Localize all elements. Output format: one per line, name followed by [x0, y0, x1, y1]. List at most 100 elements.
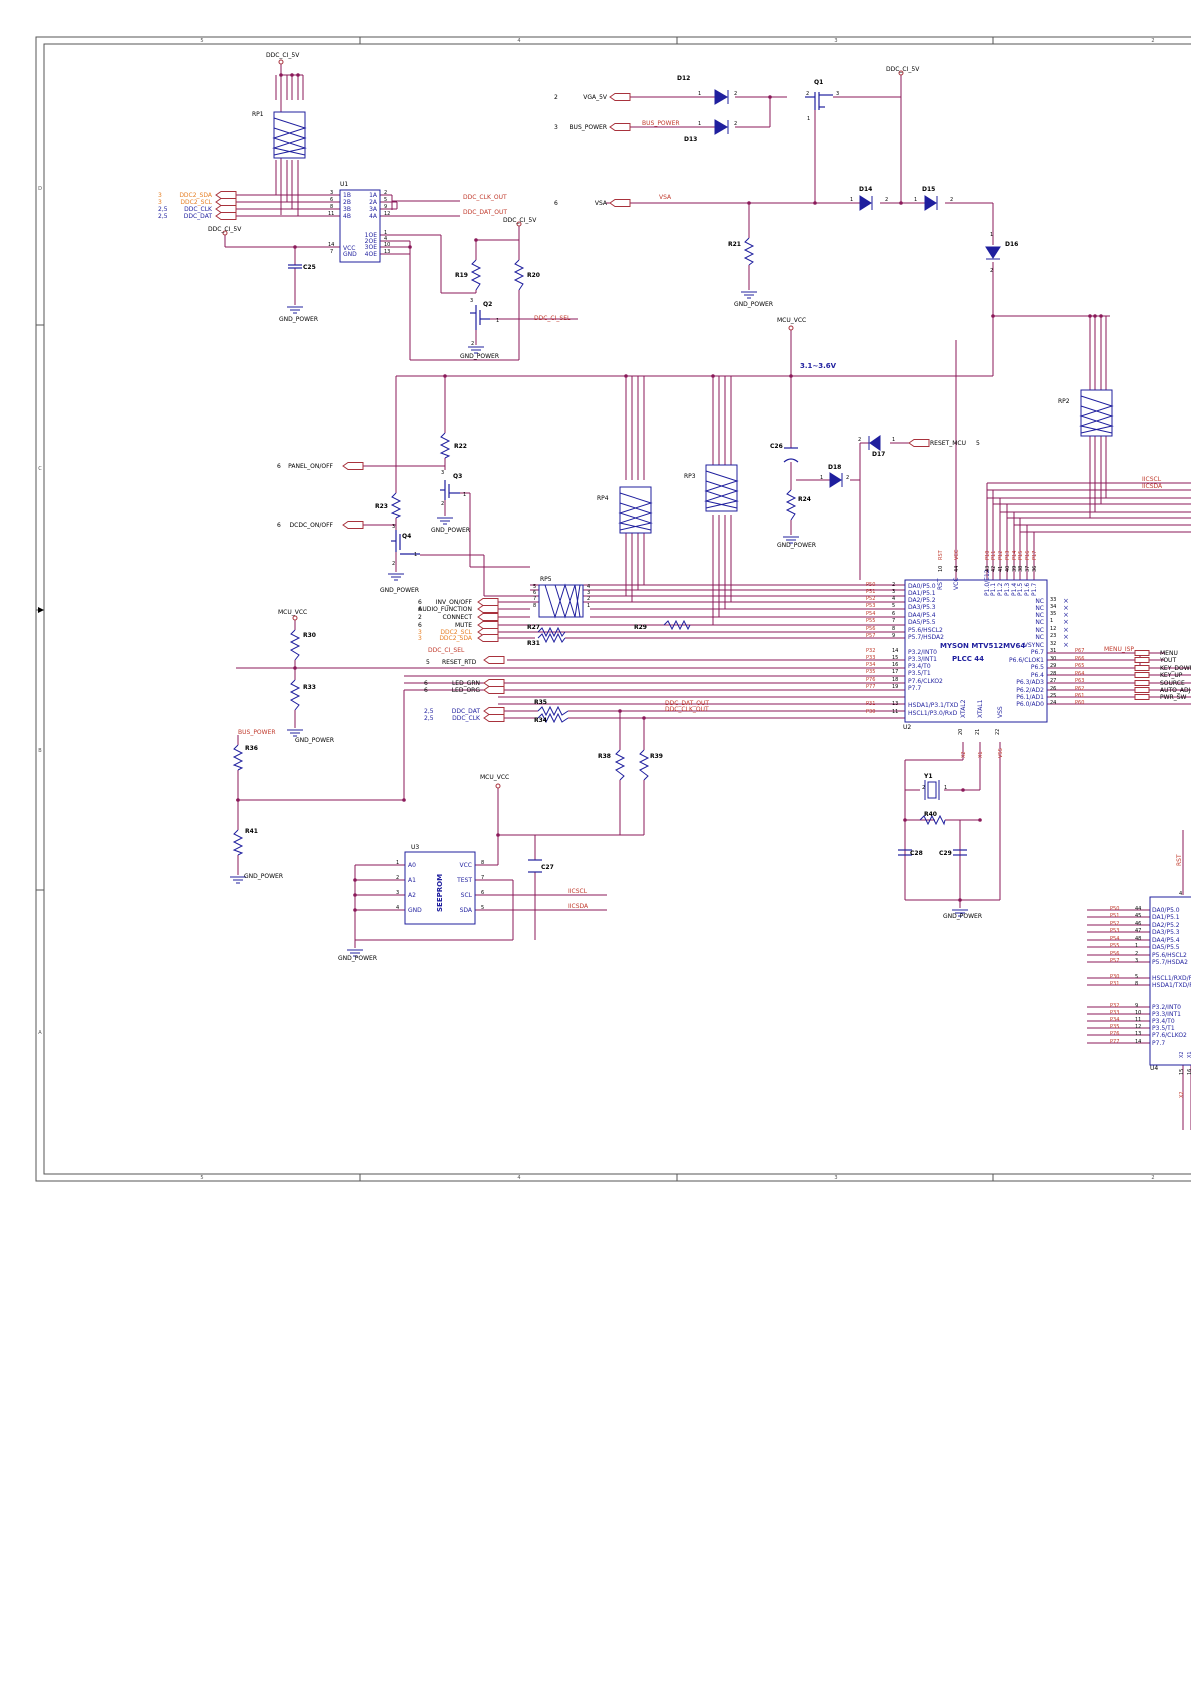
- u1-pin: 1A: [369, 192, 378, 199]
- gnd-power-label: GND_POWER: [777, 542, 816, 549]
- u2-net-label: RST: [938, 549, 944, 560]
- svg-text:2: 2: [950, 197, 953, 203]
- u4-pin-name: DA3/P5.3: [1152, 929, 1180, 936]
- ddc-clk-out-label: DDC_CLK_OUT: [665, 706, 709, 713]
- port-sheet-ref: 6: [554, 200, 558, 207]
- r29-ref: R29: [634, 624, 647, 631]
- gnd-power-label: GND_POWER: [338, 955, 377, 962]
- u1-pin: 3B: [343, 206, 351, 213]
- port-flag-icon: [483, 686, 505, 694]
- u2-pin-number: 42: [991, 566, 997, 572]
- key-resistor: [1134, 665, 1150, 671]
- u2-pin-number: 9: [892, 633, 895, 639]
- u2-pin-name: NC: [1035, 627, 1044, 634]
- r36-resistor: [232, 744, 244, 771]
- svg-text:1: 1: [820, 475, 823, 481]
- c27-ref: C27: [541, 864, 554, 871]
- u2-pin-name: P3.3/INT1: [908, 656, 937, 663]
- u2-net-label: P12: [998, 551, 1004, 560]
- u3-pin-number: 6: [481, 890, 484, 896]
- u2-pin-name: P1.3: [1004, 583, 1011, 596]
- svg-text:2: 2: [392, 561, 395, 567]
- u2-net-label: P65: [1075, 663, 1084, 669]
- u4-pin-name: X2: [1179, 1051, 1185, 1058]
- vsa-label: VSA: [659, 194, 672, 201]
- c29-ref: C29: [939, 850, 952, 857]
- u2-pin-number: 11: [892, 709, 898, 715]
- c25-capacitor: [288, 264, 302, 269]
- port-name: LED_ORG: [452, 687, 481, 694]
- u3-title: SEEPROM: [436, 874, 444, 912]
- gnd-power-label: GND_POWER: [460, 353, 499, 360]
- port-flag-icon: [215, 205, 237, 213]
- u4-pin-name: DA2/P5.2: [1152, 922, 1180, 929]
- u2-net-label: P52: [866, 596, 875, 602]
- r21-ref: R21: [728, 241, 741, 248]
- r35-resistor: [537, 705, 569, 717]
- u2-pin-name: DA0/P5.0: [908, 583, 936, 590]
- u2-pin-name: DA4/P5.4: [908, 612, 936, 619]
- iicscl-label: IICSCL: [568, 888, 588, 895]
- u2-net-label: VCC: [954, 549, 960, 560]
- rp3-ref: RP3: [684, 473, 696, 480]
- u2-pin-name: P6.1/AD1: [1016, 694, 1044, 701]
- resistors: [232, 237, 946, 856]
- u2-net-label: P34: [866, 662, 875, 668]
- voltage-note: 3.1~3.6V: [800, 362, 837, 370]
- u2-pin-name: DA1/P5.1: [908, 590, 936, 597]
- ground-icon: [388, 573, 404, 581]
- u3-pin-name: VCC: [460, 862, 472, 869]
- u2-net-label: P56: [866, 626, 875, 632]
- svg-text:2: 2: [990, 268, 993, 274]
- u2-pin-number: 5: [892, 603, 895, 609]
- u3-pin-number: 5: [481, 905, 484, 911]
- rp3-resistor-network: RP3: [684, 464, 739, 512]
- d12-diode: [714, 89, 729, 105]
- gnd-power-label: GND_POWER: [295, 737, 334, 744]
- nc-mark: ×: [1063, 641, 1069, 649]
- r24-resistor: [785, 489, 797, 521]
- svg-text:1: 1: [698, 91, 701, 97]
- gnd-power-label: GND_POWER: [734, 301, 773, 308]
- ddc-ci-5v-label: DDC_CI_5V: [266, 52, 300, 59]
- u2-pin-name: P1.7: [1031, 583, 1038, 596]
- svg-text:2: 2: [922, 785, 925, 791]
- zone-top-5: 5: [200, 38, 203, 44]
- u1-pin: 3A: [369, 206, 378, 213]
- port-sheet-ref: 6: [424, 687, 428, 694]
- u4-net-label: P35: [1110, 1024, 1119, 1030]
- u1-pin: 4OE: [365, 251, 378, 258]
- u2-pin-name: P1.5: [1017, 583, 1024, 596]
- port-flag-icon: [477, 605, 499, 613]
- u1-pin-number: 2: [384, 190, 387, 196]
- key-resistor: [1134, 657, 1150, 663]
- port-flag-icon: [483, 679, 505, 687]
- port-flag-icon: [483, 714, 505, 722]
- key-label: AUTO_ADJ: [1160, 687, 1191, 694]
- bus-power-label: BUS_POWER: [238, 729, 276, 736]
- svg-text:2: 2: [734, 91, 737, 97]
- port-sheet-ref: 6: [424, 680, 428, 687]
- port-sheet-ref: 6: [277, 463, 281, 470]
- u2-pin-name: NC: [1035, 612, 1044, 619]
- r33-ref: R33: [303, 684, 316, 691]
- u2-pin-number: 28: [1050, 671, 1056, 677]
- svg-text:7: 7: [533, 596, 536, 602]
- u2-pin-number: 32: [1050, 641, 1056, 647]
- u2-pin-number: 7: [892, 618, 895, 624]
- rp4-ref: RP4: [597, 495, 609, 502]
- svg-text:2: 2: [734, 121, 737, 127]
- port-sheet-ref: 3: [418, 635, 422, 642]
- u4-pin-name: DA4/P5.4: [1152, 937, 1180, 944]
- r22-ref: R22: [454, 443, 467, 450]
- port-name: CONNECT: [442, 614, 472, 621]
- u1-pin: 1B: [343, 192, 351, 199]
- port-sheet-ref: 6: [418, 622, 422, 629]
- u2-net-label: P60: [1075, 700, 1084, 706]
- u3-pin-number: 7: [481, 875, 484, 881]
- u1-pin-number: 8: [330, 204, 333, 210]
- svg-text:1: 1: [850, 197, 853, 203]
- u2-net-label: P54: [866, 611, 875, 617]
- u2-net-label: P32: [866, 648, 875, 654]
- transistors: [391, 92, 833, 555]
